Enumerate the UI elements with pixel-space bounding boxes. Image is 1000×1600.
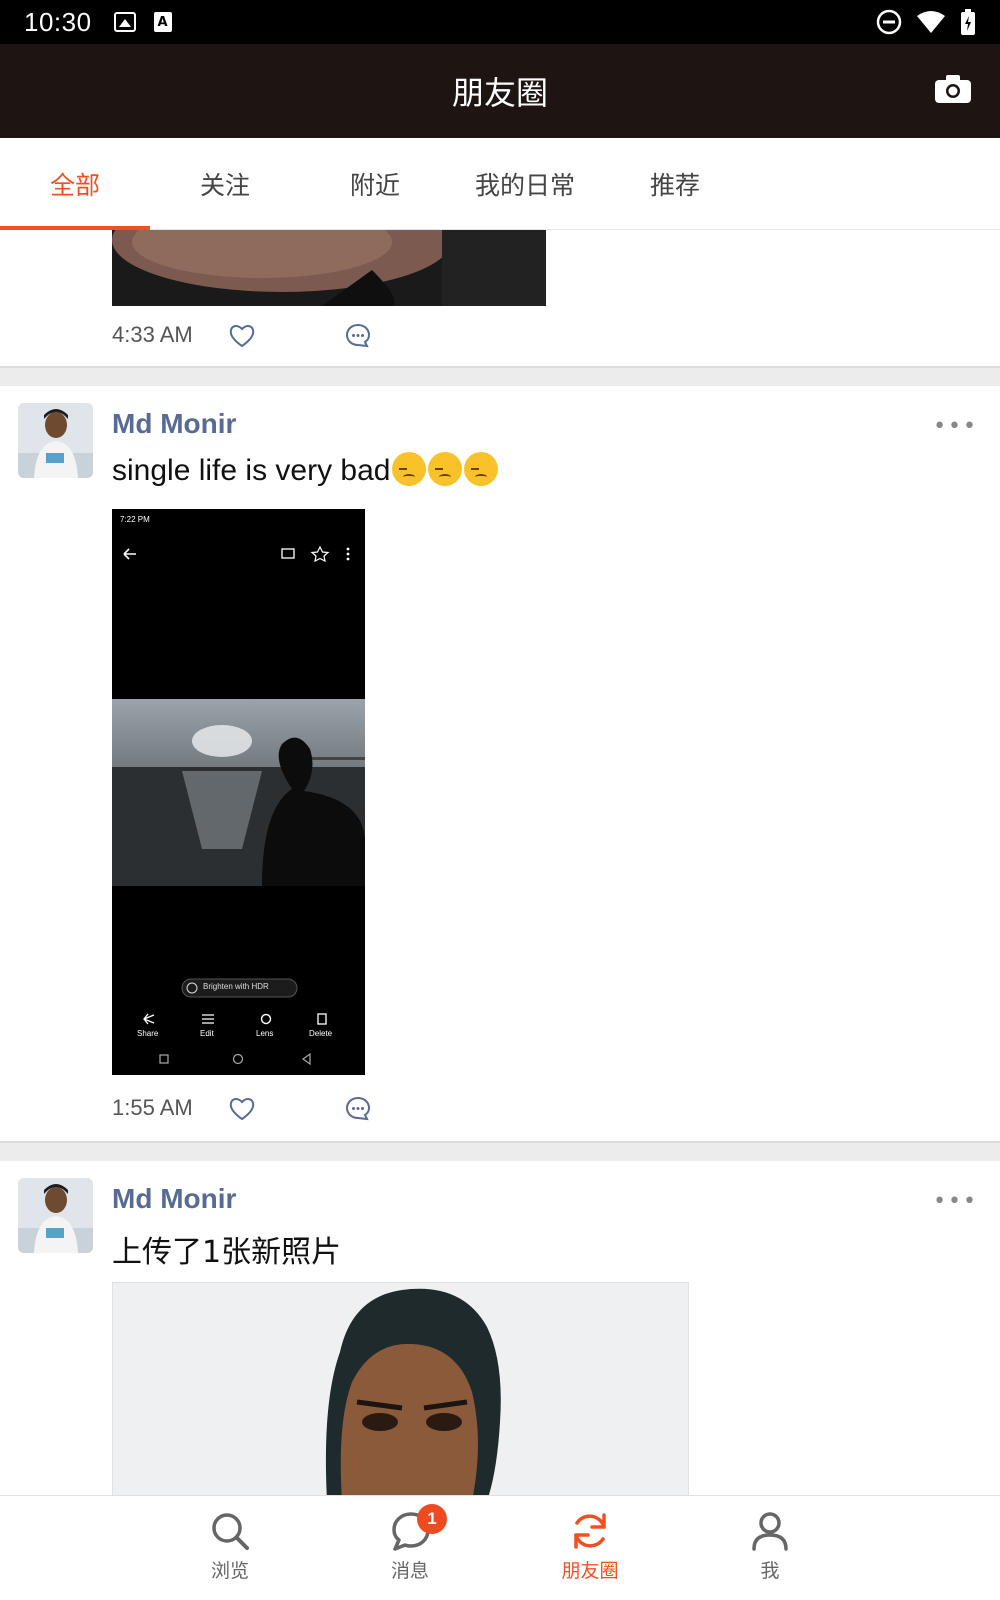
heart-icon[interactable] [228, 1095, 256, 1123]
bottom-navigation: 浏览 1 消息 朋友圈 我 [0, 1495, 1000, 1600]
post-text-content: single life is very bad [112, 454, 391, 487]
app-header: 朋友圈 [0, 44, 1000, 138]
post-username[interactable]: Md Monir [112, 408, 236, 440]
pensive-face-emoji [428, 452, 463, 486]
page-title: 朋友圈 [451, 74, 548, 112]
avatar[interactable] [18, 1178, 93, 1253]
do-not-disturb-icon [876, 9, 902, 35]
more-options-button[interactable]: ••• [933, 1189, 978, 1214]
screenshot-action-edit: Edit [200, 1029, 214, 1038]
tab-following[interactable]: 关注 [150, 138, 300, 230]
post-photo[interactable]: 7:22 PM Brighten with HDR Share Edit Len… [112, 509, 365, 1075]
status-time: 10:30 [24, 6, 92, 37]
post-time: 1:55 AM [112, 1095, 193, 1120]
pensive-face-emoji [464, 452, 499, 486]
comment-icon[interactable] [344, 1095, 372, 1123]
screenshot-status-time: 7:22 PM [120, 515, 150, 524]
person-icon [752, 1512, 788, 1551]
nav-label: 我 [760, 1560, 780, 1582]
feed-tabs: 全部 关注 附近 我的日常 推荐 [0, 138, 1000, 230]
battery-icon [961, 9, 975, 35]
comment-icon[interactable] [344, 322, 372, 350]
post-username[interactable]: Md Monir [112, 1183, 236, 1215]
screenshot-action-share: Share [137, 1029, 159, 1038]
post-card: Md Monir ••• single life is very bad 7:2… [0, 386, 1000, 1143]
screenshot-action-delete: Delete [309, 1029, 333, 1038]
avatar[interactable] [18, 403, 93, 478]
camera-icon[interactable] [934, 74, 972, 104]
tab-all[interactable]: 全部 [0, 138, 150, 230]
wifi-icon [917, 11, 945, 33]
post-text: single life is very bad [112, 452, 499, 488]
screenshot-hdr-chip: Brighten with HDR [203, 982, 269, 991]
nav-me[interactable]: 我 [710, 1496, 830, 1600]
heart-icon[interactable] [228, 322, 256, 350]
nav-label: 消息 [390, 1560, 429, 1582]
post-photo[interactable] [112, 1282, 689, 1495]
nav-messages[interactable]: 1 消息 [350, 1496, 470, 1600]
post-photo[interactable] [112, 230, 546, 306]
tab-my-daily[interactable]: 我的日常 [450, 138, 600, 230]
status-bar: 10:30 A [0, 0, 1000, 44]
image-icon [113, 12, 136, 32]
tab-recommended[interactable]: 推荐 [600, 138, 750, 230]
post-card: 4:33 AM [0, 230, 1000, 368]
post-card: Md Monir ••• 上传了1张新照片 [0, 1161, 1000, 1495]
post-text: 上传了1张新照片 [112, 1235, 342, 1270]
refresh-icon [574, 1513, 606, 1549]
nav-moments[interactable]: 朋友圈 [530, 1496, 650, 1600]
moments-feed[interactable]: 4:33 AM Md Monir ••• single life is very… [0, 230, 1000, 1495]
pensive-face-emoji [392, 452, 427, 486]
nav-browse[interactable]: 浏览 [170, 1496, 290, 1600]
tab-nearby[interactable]: 附近 [300, 138, 450, 230]
more-options-button[interactable]: ••• [933, 414, 978, 439]
nav-label: 朋友圈 [561, 1560, 619, 1582]
post-time: 4:33 AM [112, 322, 193, 347]
a-icon: A [153, 12, 172, 32]
nav-label: 浏览 [210, 1560, 249, 1582]
search-icon [212, 1513, 249, 1550]
unread-badge: 1 [417, 1504, 447, 1534]
screenshot-action-lens: Lens [256, 1029, 274, 1038]
